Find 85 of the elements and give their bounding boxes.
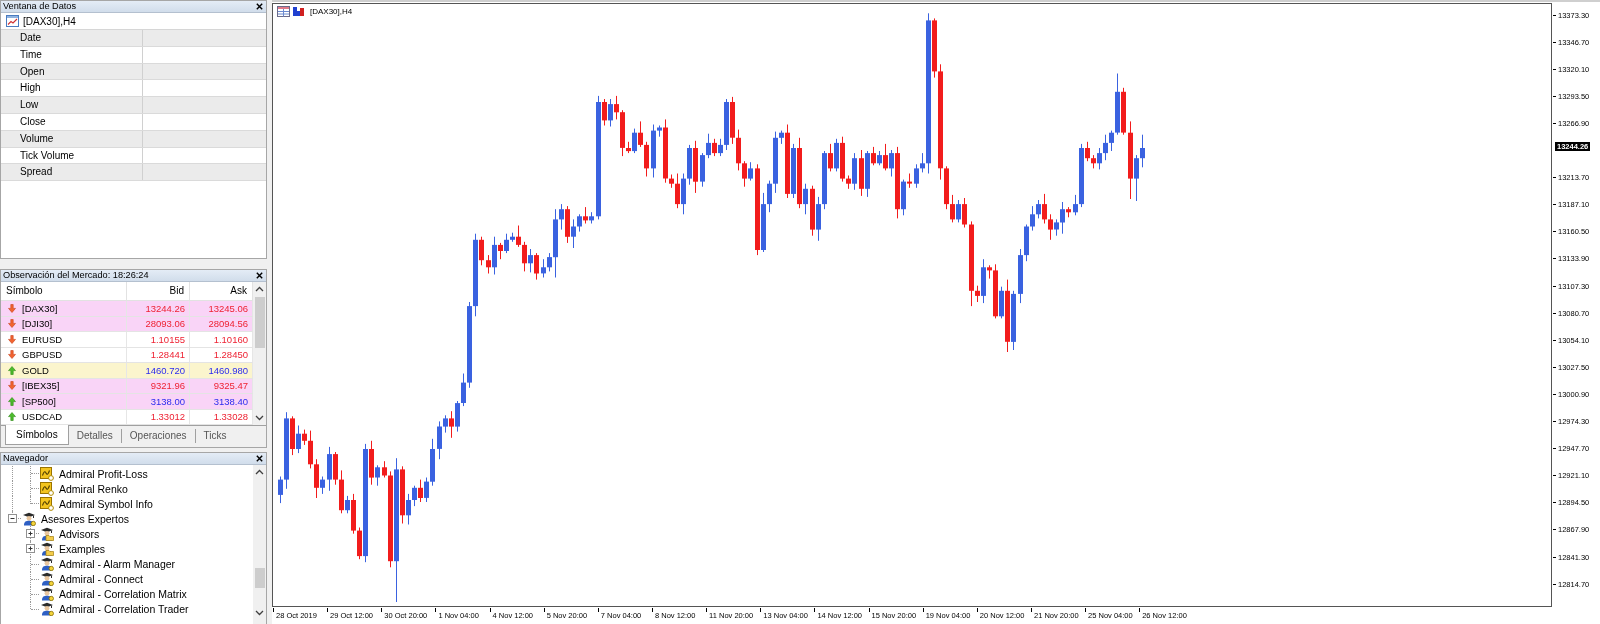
wave-tile-icon xyxy=(40,481,54,496)
tab[interactable]: Ticks xyxy=(195,429,235,443)
field-label: Spread xyxy=(20,166,53,178)
field-label: Open xyxy=(20,65,45,77)
ask-price: 9325.47 xyxy=(213,380,248,392)
field-label: Date xyxy=(20,32,42,43)
caret-up-icon[interactable] xyxy=(255,286,264,292)
symbol-name: USDCAD xyxy=(22,411,63,423)
tree-item[interactable]: Advisors xyxy=(40,526,102,541)
ask-price: 28094.56 xyxy=(208,318,248,330)
tree-item[interactable]: Examples xyxy=(40,542,108,556)
scrollbar[interactable] xyxy=(253,282,266,425)
ask-price: 1.33028 xyxy=(213,411,248,423)
window-grid-icon xyxy=(277,6,290,17)
close-icon[interactable] xyxy=(256,3,263,10)
minus-box-icon[interactable] xyxy=(8,514,17,524)
panel-title: Ventana de Datos xyxy=(3,1,77,12)
quote-row[interactable]: GOLD 1460.720 1460.980 xyxy=(1,363,253,379)
tree-item[interactable]: Admiral - Alarm Manager xyxy=(40,557,178,572)
wave-tile-icon xyxy=(40,466,54,481)
caret-up-icon[interactable] xyxy=(255,469,264,475)
tree-item[interactable]: Admiral Renko xyxy=(40,481,130,496)
close-icon[interactable] xyxy=(256,272,263,279)
scrollbar-thumb[interactable] xyxy=(254,297,265,348)
symbol-name: [DJI30] xyxy=(22,318,53,330)
ask-price: 13245.06 xyxy=(208,302,248,314)
bid-price: 3138.00 xyxy=(150,395,185,407)
graduate-icon xyxy=(22,511,36,526)
quote-row[interactable]: [DAX30] 13244.26 13245.06 xyxy=(1,301,253,317)
field-label: Close xyxy=(20,116,46,127)
panel-title: Navegador xyxy=(3,453,48,464)
symbol-name: GOLD xyxy=(22,364,49,376)
tree-item[interactable]: Admiral Profit-Loss xyxy=(40,466,150,481)
tab[interactable]: Detalles xyxy=(68,429,122,443)
field-label: High xyxy=(20,82,41,94)
graduate-icon xyxy=(40,572,54,587)
column-header[interactable]: Símbolo xyxy=(1,282,127,300)
field-label: Volume xyxy=(20,132,54,144)
bid-price: 1.33012 xyxy=(150,411,185,423)
close-icon[interactable] xyxy=(256,455,263,462)
graduate-icon xyxy=(40,602,54,617)
chart-title: [DAX30],H4 xyxy=(310,7,353,16)
plus-box-icon[interactable] xyxy=(26,529,35,539)
bid-price: 1.28441 xyxy=(150,349,185,361)
symbol-name: [DAX30] xyxy=(22,302,58,314)
symbol-name: [IBEX35] xyxy=(22,380,60,392)
symbol-label: [DAX30],H4 xyxy=(23,15,76,27)
symbol-name: EURUSD xyxy=(22,333,63,345)
ask-price: 1460.980 xyxy=(208,364,248,376)
ask-price: 1.10160 xyxy=(213,333,248,345)
plus-box-icon[interactable] xyxy=(26,544,35,554)
quote-row[interactable]: EURUSD 1.10155 1.10160 xyxy=(1,332,253,348)
tree-item[interactable]: Admiral - Connect xyxy=(40,572,146,587)
bid-price: 1460.720 xyxy=(145,364,185,376)
scrollbar-thumb[interactable] xyxy=(254,568,265,588)
field-label: Time xyxy=(20,48,42,60)
ask-price: 1.28450 xyxy=(213,349,248,361)
bid-price: 1.10155 xyxy=(150,333,185,345)
caret-down-icon[interactable] xyxy=(255,610,264,616)
field-label: Low xyxy=(20,99,39,111)
caret-down-icon[interactable] xyxy=(255,415,264,421)
panel-title: Observación del Mercado: 18:26:24 xyxy=(3,270,149,281)
bid-price: 28093.06 xyxy=(145,318,185,330)
tree-item[interactable]: Asesores Expertos xyxy=(22,511,132,526)
wave-tile-icon xyxy=(40,496,54,511)
line-chart-icon xyxy=(6,15,19,27)
scrollbar[interactable] xyxy=(253,465,266,624)
tab[interactable]: Operaciones xyxy=(121,429,196,443)
symbol-name: GBPUSD xyxy=(22,349,63,361)
field-label: Tick Volume xyxy=(20,149,75,161)
graduate-folder-icon xyxy=(40,542,54,556)
bid-price: 13244.26 xyxy=(145,302,185,314)
graduate-folder-icon xyxy=(40,526,54,541)
bid-price: 9321.96 xyxy=(150,380,185,392)
tree-item[interactable]: Admiral - Correlation Matrix xyxy=(40,587,189,602)
graduate-icon xyxy=(40,587,54,602)
symbol-name: [SP500] xyxy=(22,395,56,407)
column-header[interactable]: Bid xyxy=(127,282,190,300)
ask-price: 3138.40 xyxy=(213,395,248,407)
bar-chart-icon xyxy=(292,6,305,17)
tree-item[interactable]: Admiral Symbol Info xyxy=(40,496,155,511)
tab[interactable]: Símbolos xyxy=(5,425,69,445)
quote-row[interactable]: [SP500] 3138.00 3138.40 xyxy=(1,394,253,410)
graduate-icon xyxy=(40,557,54,572)
tree-item[interactable]: Admiral - Correlation Trader xyxy=(40,602,191,617)
